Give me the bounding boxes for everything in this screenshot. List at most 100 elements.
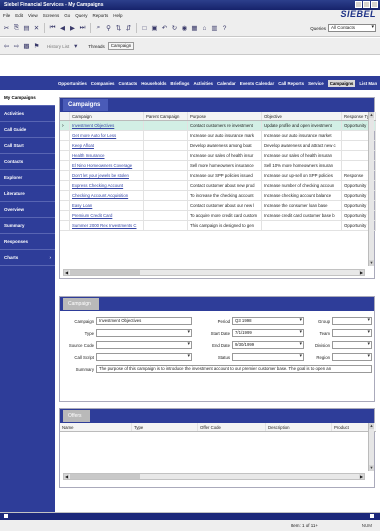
campaign-cell[interactable]: Premium Credit Card — [70, 211, 144, 220]
column-header-objective[interactable]: Objective — [262, 112, 342, 120]
bookmark-icon[interactable]: ⚑ — [33, 42, 40, 50]
column-header-description[interactable]: Description — [266, 423, 332, 431]
campaign-cell[interactable]: El Nino Homeowners Coverage — [70, 161, 144, 170]
paste-icon[interactable]: ▤ — [23, 24, 30, 32]
first-record-icon[interactable]: ⏮ — [49, 24, 56, 32]
menu-view[interactable]: View — [28, 13, 38, 18]
campaigns-horizontal-scrollbar[interactable]: ◀ ▶ — [63, 269, 365, 276]
table-row[interactable]: Checking Account Acquisition To increase … — [60, 191, 376, 201]
menu-file[interactable]: File — [3, 13, 10, 18]
period-dropdown[interactable]: Q3 1998 — [232, 317, 304, 325]
column-header-parent-campaign[interactable]: Parent Campaign — [144, 112, 188, 120]
forward-icon[interactable]: ⇨ — [13, 42, 20, 50]
sidebar-item-my-campaigns[interactable]: My Campaigns — [0, 90, 55, 106]
row-selector[interactable] — [60, 161, 70, 170]
globe-icon[interactable]: ◉ — [181, 24, 188, 32]
campaign-cell[interactable]: Investment Objectives — [70, 121, 144, 130]
tab-activities[interactable]: Activities — [193, 81, 213, 86]
menu-reports[interactable]: Reports — [93, 13, 109, 18]
help-icon[interactable]: ? — [221, 25, 228, 32]
column-header-purpose[interactable]: Purpose — [188, 112, 262, 120]
scroll-left-icon[interactable]: ◀ — [64, 270, 69, 275]
tab-campaigns[interactable]: Campaigns — [327, 79, 356, 87]
execute-query-icon[interactable]: ⚲ — [105, 24, 112, 32]
row-selector[interactable] — [60, 171, 70, 180]
sidebar-item-charts[interactable]: Charts › — [0, 250, 55, 266]
close-button[interactable] — [371, 1, 378, 8]
scroll-right-icon[interactable]: ▶ — [359, 270, 364, 275]
minimize-button[interactable] — [355, 1, 362, 8]
menu-go[interactable]: Go — [64, 13, 70, 18]
scroll-thumb[interactable] — [70, 474, 140, 479]
sidebar-item-responses[interactable]: Responses — [0, 234, 55, 250]
tab-briefings[interactable]: Briefings — [170, 81, 189, 86]
type-dropdown[interactable] — [96, 329, 192, 337]
column-header-product[interactable]: Product — [332, 423, 370, 431]
new-query-icon[interactable]: ⌕ — [95, 24, 102, 32]
report-icon[interactable]: ▥ — [211, 24, 218, 32]
row-selector[interactable] — [60, 221, 70, 230]
campaign-cell[interactable]: Easy Loan — [70, 201, 144, 210]
column-header-offer-code[interactable]: Offer Code — [198, 423, 266, 431]
delete-icon[interactable]: ✕ — [33, 24, 40, 32]
campaign-cell[interactable]: Checking Account Acquisition — [70, 191, 144, 200]
table-row[interactable]: › Investment Objectives Contact customers … — [60, 121, 376, 131]
row-selector[interactable] — [60, 141, 70, 150]
column-header-campaign[interactable]: Campaign — [70, 112, 144, 120]
row-selector[interactable] — [60, 131, 70, 140]
row-selector[interactable] — [60, 191, 70, 200]
scroll-down-icon[interactable]: ▼ — [369, 465, 374, 471]
offers-horizontal-scrollbar[interactable]: ◀ ▶ — [63, 473, 365, 480]
campaign-cell[interactable]: Get more Auto for Less — [70, 131, 144, 140]
menu-edit[interactable]: Edit — [15, 13, 23, 18]
tab-call-reports[interactable]: Call Reports — [278, 81, 304, 86]
table-row[interactable]: Easy Loan Contact customer about our new … — [60, 201, 376, 211]
division-dropdown[interactable] — [332, 341, 372, 349]
calendar-icon[interactable]: ▦ — [191, 24, 198, 32]
table-row[interactable]: Don't let your jewels be stolen Increase … — [60, 171, 376, 181]
row-selector[interactable] — [60, 151, 70, 160]
back-icon[interactable]: ⇦ — [3, 42, 10, 50]
row-selector[interactable] — [60, 181, 70, 190]
campaign-cell[interactable]: Health Insurance — [70, 151, 144, 160]
source-code-field[interactable] — [96, 341, 192, 349]
group-dropdown[interactable] — [332, 317, 372, 325]
sidebar-item-call-start[interactable]: Call Start — [0, 138, 55, 154]
call-script-dropdown[interactable] — [96, 353, 192, 361]
campaign-cell[interactable]: Don't let your jewels be stolen — [70, 171, 144, 180]
sidebar-item-activities[interactable]: Activities — [0, 106, 55, 122]
sidebar-item-contacts[interactable]: Contacts — [0, 154, 55, 170]
queries-dropdown[interactable]: All Contacts — [328, 24, 376, 32]
campaign-name-field[interactable]: Investment Objectives — [96, 317, 192, 325]
tab-contacts[interactable]: Contacts — [118, 81, 137, 86]
row-selector[interactable] — [60, 211, 70, 220]
sort-ascending-icon[interactable]: ⇅ — [115, 24, 122, 32]
tray-left-button[interactable] — [4, 514, 8, 518]
row-selected-indicator[interactable]: › — [60, 121, 70, 130]
undo-icon[interactable]: ↶ — [161, 24, 168, 32]
previous-record-icon[interactable]: ◀ — [59, 24, 66, 32]
campaign-cell[interactable]: Express Checking Account — [70, 181, 144, 190]
history-dropdown-icon[interactable]: ▾ — [72, 42, 79, 50]
status-dropdown[interactable] — [232, 353, 304, 361]
copy-icon[interactable]: ⎘ — [13, 24, 20, 32]
offers-vertical-scrollbar[interactable]: ▲ ▼ — [368, 423, 374, 471]
scroll-left-icon[interactable]: ◀ — [64, 474, 69, 479]
row-selector[interactable] — [60, 201, 70, 210]
campaigns-vertical-scrollbar[interactable]: ▲ ▼ — [368, 112, 374, 266]
thread-campaign-button[interactable]: Campaign — [107, 42, 135, 50]
scroll-thumb[interactable] — [70, 270, 140, 275]
tab-opportunities[interactable]: Opportunities — [58, 81, 87, 86]
menu-query[interactable]: Query — [75, 13, 87, 18]
sidebar-item-summary[interactable]: Summary — [0, 218, 55, 234]
new-record-icon[interactable]: □ — [141, 25, 148, 32]
table-row[interactable]: Get more Auto for Less Increase our auto … — [60, 131, 376, 141]
tab-service[interactable]: Service — [308, 81, 324, 86]
column-header-name[interactable]: Name — [60, 423, 132, 431]
table-row[interactable]: Express Checking Account Contact customer… — [60, 181, 376, 191]
tab-households[interactable]: Households — [141, 81, 166, 86]
sidebar-item-explorer[interactable]: Explorer — [0, 170, 55, 186]
save-record-icon[interactable]: ▣ — [151, 24, 158, 32]
home-icon[interactable]: ⌂ — [201, 25, 208, 32]
menu-help[interactable]: Help — [113, 13, 122, 18]
